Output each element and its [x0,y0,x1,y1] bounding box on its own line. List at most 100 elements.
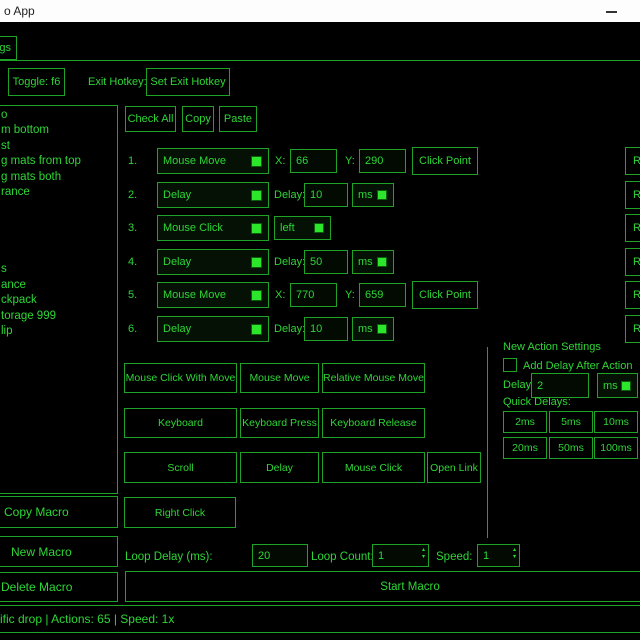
dropdown-square-icon [621,381,631,391]
unit-value: ms [603,380,618,392]
menu-divider [0,60,640,61]
add-open-link-button[interactable]: Open Link [427,452,481,483]
tab-settings[interactable]: gs [0,36,17,60]
ms-unit-dropdown[interactable]: ms [597,373,638,398]
toggle-hotkey-button[interactable]: Toggle: f6 [8,68,65,96]
click-point-button[interactable]: Click Point [412,281,478,309]
add-mouse-click-with-move-button[interactable]: Mouse Click With Move [124,363,237,393]
quick-delay-10ms-button[interactable]: 10ms [594,411,638,433]
hotkey-label-fragment: : [0,76,1,88]
set-exit-hotkey-button[interactable]: Set Exit Hotkey [146,68,230,96]
status-bar: ific drop | Actions: 65 | Speed: 1x [0,605,640,633]
action-type-dropdown[interactable]: Delay [157,316,269,342]
paste-button[interactable]: Paste [219,106,257,132]
x-input[interactable]: 66 [290,149,337,173]
x-input[interactable]: 770 [290,283,337,307]
add-relative-mouse-move-button[interactable]: Relative Mouse Move [322,363,425,393]
check-all-button[interactable]: Check All [125,106,176,132]
delay-input[interactable]: 50 [304,250,348,274]
action-index: 6. [128,323,137,335]
dropdown-square-icon [314,223,324,233]
app-window: o App gs : Toggle: f6 Exit Hotkey: Set E… [0,0,640,640]
spinner-down-icon[interactable]: ▾ [422,554,425,561]
copy-macro-button[interactable]: Copy Macro [0,496,118,528]
add-mouse-move-button[interactable]: Mouse Move [240,363,319,393]
delete-macro-button[interactable]: Delete Macro [0,572,118,602]
copy-button[interactable]: Copy [182,106,214,132]
action-type-dropdown[interactable]: Delay [157,182,269,208]
action-index: 1. [128,155,137,167]
macro-list-item[interactable]: m bottom [1,124,117,139]
remove-button[interactable]: R [625,147,640,175]
quick-delay-5ms-button[interactable]: 5ms [549,411,593,433]
remove-button[interactable]: R [625,281,640,309]
delay-label: Delay: [274,256,305,268]
spinner-up-icon[interactable]: ▴ [513,547,516,554]
status-text: ific drop | Actions: 65 | Speed: 1x [0,612,174,626]
quick-delays-label: Quick Delays: [503,396,571,408]
action-type-value: Mouse Move [163,289,226,301]
quick-delay-2ms-button[interactable]: 2ms [503,411,547,433]
y-input[interactable]: 290 [359,149,406,173]
delay-label: Delay: [274,323,305,335]
dropdown-square-icon [377,257,387,267]
spinner-down-icon[interactable]: ▾ [513,554,516,561]
unit-value: ms [358,323,373,335]
dropdown-square-icon [251,156,262,167]
y-label: Y: [345,155,355,167]
action-row: 4. Delay Delay: 50 ms R [0,248,640,276]
remove-button[interactable]: R [625,181,640,209]
unit-value: ms [358,256,373,268]
action-type-value: Delay [163,256,191,268]
delay-value-input[interactable]: 2 [531,373,589,398]
delay-label: Delay: [274,189,305,201]
start-macro-button[interactable]: Start Macro [125,571,640,602]
action-row: 6. Delay Delay: 10 ms R [0,315,640,343]
add-mouse-click-button[interactable]: Mouse Click [322,452,425,483]
dropdown-square-icon [251,257,262,268]
loop-count-value: 1 [378,550,384,562]
minimize-button[interactable] [600,0,626,22]
action-type-dropdown[interactable]: Delay [157,249,269,275]
delay-input[interactable]: 10 [304,183,348,207]
delay-input[interactable]: 10 [304,317,348,341]
loop-delay-label: Loop Delay (ms): [125,551,213,563]
quick-delay-100ms-button[interactable]: 100ms [594,437,638,459]
add-keyboard-press-button[interactable]: Keyboard Press [240,408,319,438]
action-type-dropdown[interactable]: Mouse Click [157,215,269,241]
remove-button[interactable]: R [625,214,640,242]
dropdown-square-icon [377,190,387,200]
ms-unit-dropdown[interactable]: ms [352,317,394,341]
titlebar: o App [0,0,640,22]
action-type-value: Mouse Click [163,222,223,234]
action-type-dropdown[interactable]: Mouse Move [157,148,269,174]
quick-delay-50ms-button[interactable]: 50ms [549,437,593,459]
quick-delay-20ms-button[interactable]: 20ms [503,437,547,459]
spinner-up-icon[interactable]: ▴ [422,547,425,554]
add-delay-button[interactable]: Delay [240,452,319,483]
loop-count-spinner[interactable]: 1 ▴ ▾ [372,544,429,567]
speed-spinner[interactable]: 1 ▴ ▾ [477,544,520,567]
action-row: 1. Mouse Move X: 66 Y: 290 Click Point R [0,147,640,175]
add-keyboard-release-button[interactable]: Keyboard Release [322,408,425,438]
macro-list-item[interactable]: o [1,109,117,124]
remove-button[interactable]: R [625,315,640,343]
add-keyboard-button[interactable]: Keyboard [124,408,237,438]
ms-unit-dropdown[interactable]: ms [352,250,394,274]
remove-button[interactable]: R [625,248,640,276]
add-scroll-button[interactable]: Scroll [124,452,237,483]
mouse-button-dropdown[interactable]: left [274,216,331,240]
y-input[interactable]: 659 [359,283,406,307]
add-delay-checkbox[interactable] [503,358,517,372]
loop-delay-input[interactable]: 20 [252,544,308,567]
new-action-settings-title: New Action Settings [503,341,601,353]
click-point-button[interactable]: Click Point [412,147,478,175]
delay-label: Delay: [503,379,534,391]
action-type-dropdown[interactable]: Mouse Move [157,282,269,308]
speed-value: 1 [483,550,489,562]
add-right-click-button[interactable]: Right Click [124,497,236,528]
x-label: X: [275,289,285,301]
y-label: Y: [345,289,355,301]
new-macro-button[interactable]: New Macro [0,536,118,567]
ms-unit-dropdown[interactable]: ms [352,183,394,207]
